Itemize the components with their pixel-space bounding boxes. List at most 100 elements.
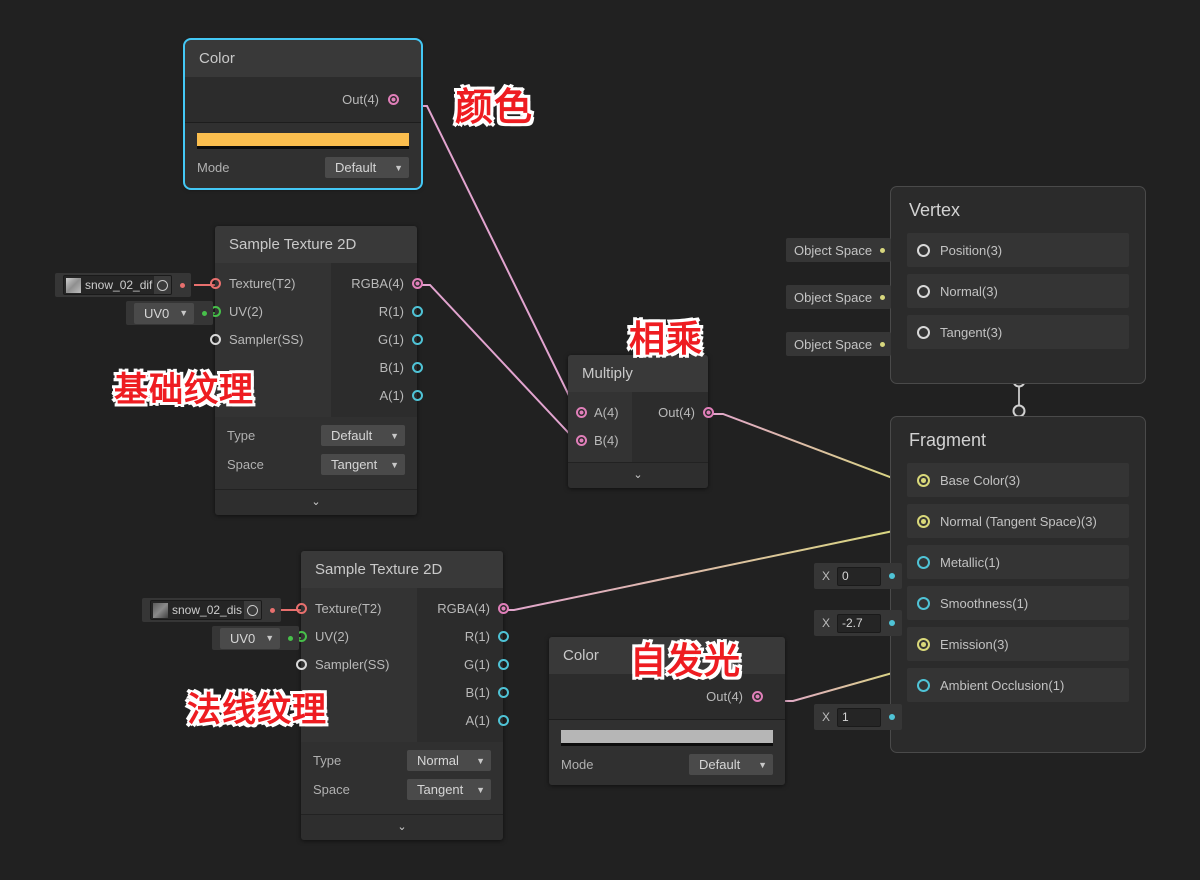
sample-texture-2d-normal[interactable]: Sample Texture 2D Texture(T2) UV(2) Samp… [296, 551, 509, 840]
input-port-b[interactable]: B(4) [568, 426, 632, 454]
port-dot-sampler[interactable] [210, 333, 221, 345]
uv-dropdown[interactable]: UV0 ▼ [220, 627, 281, 649]
port-dot-metallic[interactable] [917, 555, 930, 569]
output-port-rgba[interactable]: RGBA(4) [417, 594, 509, 622]
fragment-row-emission[interactable]: Emission(3) [907, 627, 1129, 661]
input-port-uv[interactable]: UV(2) [296, 622, 417, 650]
object-space-pill-tangent[interactable]: Object Space [786, 332, 892, 356]
node-title: Sample Texture 2D [215, 226, 417, 263]
float-pill-metallic[interactable]: X 0 [814, 563, 903, 589]
fragment-row-metallic[interactable]: Metallic(1) [907, 545, 1129, 579]
fragment-row-label: Smoothness(1) [940, 595, 1029, 611]
shader-graph-canvas[interactable]: Color Out(4) Mode Default ▼ Sample Textu… [0, 0, 1200, 880]
space-dropdown[interactable]: Tangent ▼ [407, 779, 491, 800]
port-dot-out[interactable] [703, 406, 714, 418]
input-port-sampler[interactable]: Sampler(SS) [296, 650, 417, 678]
color-node-base[interactable]: Color Out(4) Mode Default ▼ [183, 38, 423, 190]
texture-object-field[interactable]: snow_02_dif [63, 275, 173, 295]
output-ports: RGBA(4) R(1) G(1) B(1) A(1) [417, 588, 509, 742]
port-dot-rgba[interactable] [412, 277, 423, 289]
fragment-row-base-color[interactable]: Base Color(3) [907, 463, 1129, 497]
fragment-top-port[interactable] [1012, 404, 1026, 418]
fragment-row-ambient-occlusion[interactable]: Ambient Occlusion(1) [907, 668, 1129, 702]
expand-collapse-button[interactable]: ⌄ [568, 462, 708, 488]
port-dot-rgba[interactable] [498, 602, 509, 614]
port-dot-normal[interactable] [917, 284, 930, 298]
expand-collapse-button[interactable]: ⌄ [215, 489, 417, 515]
port-dot-r[interactable] [412, 305, 423, 317]
output-port-b[interactable]: B(1) [417, 678, 509, 706]
output-port-a[interactable]: A(1) [417, 706, 509, 734]
color-out-row: Out(4) [185, 77, 421, 123]
metallic-value-input[interactable]: 0 [837, 566, 882, 586]
port-dot-texture[interactable] [210, 277, 221, 289]
port-dot-b[interactable] [576, 434, 587, 446]
mode-dropdown[interactable]: Default ▼ [325, 157, 409, 178]
input-port-a[interactable]: A(4) [568, 398, 632, 426]
float-pill-ambient-occlusion[interactable]: X 1 [814, 704, 903, 730]
space-dropdown[interactable]: Tangent ▼ [321, 454, 405, 475]
input-port-texture[interactable]: Texture(T2) [210, 269, 331, 297]
texture-input-pill-normal[interactable]: snow_02_dis [142, 598, 282, 622]
output-port-r[interactable]: R(1) [331, 297, 423, 325]
output-port-g[interactable]: G(1) [331, 325, 423, 353]
port-dot-smoothness[interactable] [917, 596, 930, 610]
texture-object-field[interactable]: snow_02_dis [150, 600, 263, 620]
port-dot-b[interactable] [498, 686, 509, 698]
texture-input-pill-base[interactable]: snow_02_dif [55, 273, 192, 297]
output-port-a[interactable]: A(1) [331, 381, 423, 409]
port-dot-normal[interactable] [917, 514, 930, 528]
port-dot-sampler[interactable] [296, 658, 307, 670]
color-swatch[interactable] [197, 133, 409, 149]
type-dropdown[interactable]: Default ▼ [321, 425, 405, 446]
type-dropdown-value: Default [331, 428, 373, 443]
float-pill-smoothness[interactable]: X -2.7 [814, 610, 903, 636]
object-picker-icon[interactable] [244, 601, 262, 619]
uv-dropdown[interactable]: UV0 ▼ [134, 302, 195, 324]
port-dot-g[interactable] [498, 658, 509, 670]
uv-input-pill-normal[interactable]: UV0 ▼ [212, 626, 300, 650]
input-port-texture[interactable]: Texture(T2) [296, 594, 417, 622]
vertex-row-position[interactable]: Position(3) [907, 233, 1129, 267]
output-port-rgba[interactable]: RGBA(4) [331, 269, 423, 297]
expand-collapse-button[interactable]: ⌄ [301, 814, 503, 840]
vertex-row-normal[interactable]: Normal(3) [907, 274, 1129, 308]
port-dot-texture[interactable] [296, 602, 307, 614]
port-dot-a[interactable] [412, 389, 423, 401]
port-dot-g[interactable] [412, 333, 423, 345]
input-port-label: Texture(T2) [229, 275, 296, 291]
port-dot-position[interactable] [917, 243, 930, 257]
smoothness-value-input[interactable]: -2.7 [837, 613, 882, 633]
settings-area: Type Normal ▼ Space Tangent ▼ [301, 742, 503, 814]
port-dot-base-color[interactable] [917, 473, 930, 487]
output-port-out[interactable] [752, 691, 763, 702]
object-space-pill-normal[interactable]: Object Space [786, 285, 892, 309]
port-dot-r[interactable] [498, 630, 509, 642]
output-port-out[interactable] [388, 94, 399, 105]
ambient-occlusion-value-input[interactable]: 1 [837, 707, 882, 727]
input-port-uv[interactable]: UV(2) [210, 297, 331, 325]
port-dot-ambient-occlusion[interactable] [917, 678, 930, 692]
port-dot-b[interactable] [412, 361, 423, 373]
uv-input-pill-base[interactable]: UV0 ▼ [126, 301, 214, 325]
output-port-g[interactable]: G(1) [417, 650, 509, 678]
output-port-out[interactable]: Out(4) [632, 398, 714, 426]
object-picker-icon[interactable] [154, 276, 172, 294]
fragment-row-smoothness[interactable]: Smoothness(1) [907, 586, 1129, 620]
port-dot-a[interactable] [576, 406, 587, 418]
fragment-row-normal[interactable]: Normal (Tangent Space)(3) [907, 504, 1129, 538]
output-port-b[interactable]: B(1) [331, 353, 423, 381]
fragment-master-node[interactable]: Fragment Base Color(3) Normal (Tangent S… [890, 416, 1146, 753]
type-dropdown[interactable]: Normal ▼ [407, 750, 491, 771]
output-port-r[interactable]: R(1) [417, 622, 509, 650]
object-space-pill-position[interactable]: Object Space [786, 238, 892, 262]
input-port-sampler[interactable]: Sampler(SS) [210, 325, 331, 353]
color-swatch[interactable] [561, 730, 773, 746]
multiply-node[interactable]: Multiply A(4) B(4) Out(4) ⌄ [568, 355, 714, 488]
mode-dropdown[interactable]: Default ▼ [689, 754, 773, 775]
vertex-row-tangent[interactable]: Tangent(3) [907, 315, 1129, 349]
port-dot-tangent[interactable] [917, 325, 930, 339]
vertex-master-node[interactable]: Vertex Position(3) Normal(3) Tangent(3) [890, 186, 1146, 384]
port-dot-a[interactable] [498, 714, 509, 726]
port-dot-emission[interactable] [917, 637, 930, 651]
